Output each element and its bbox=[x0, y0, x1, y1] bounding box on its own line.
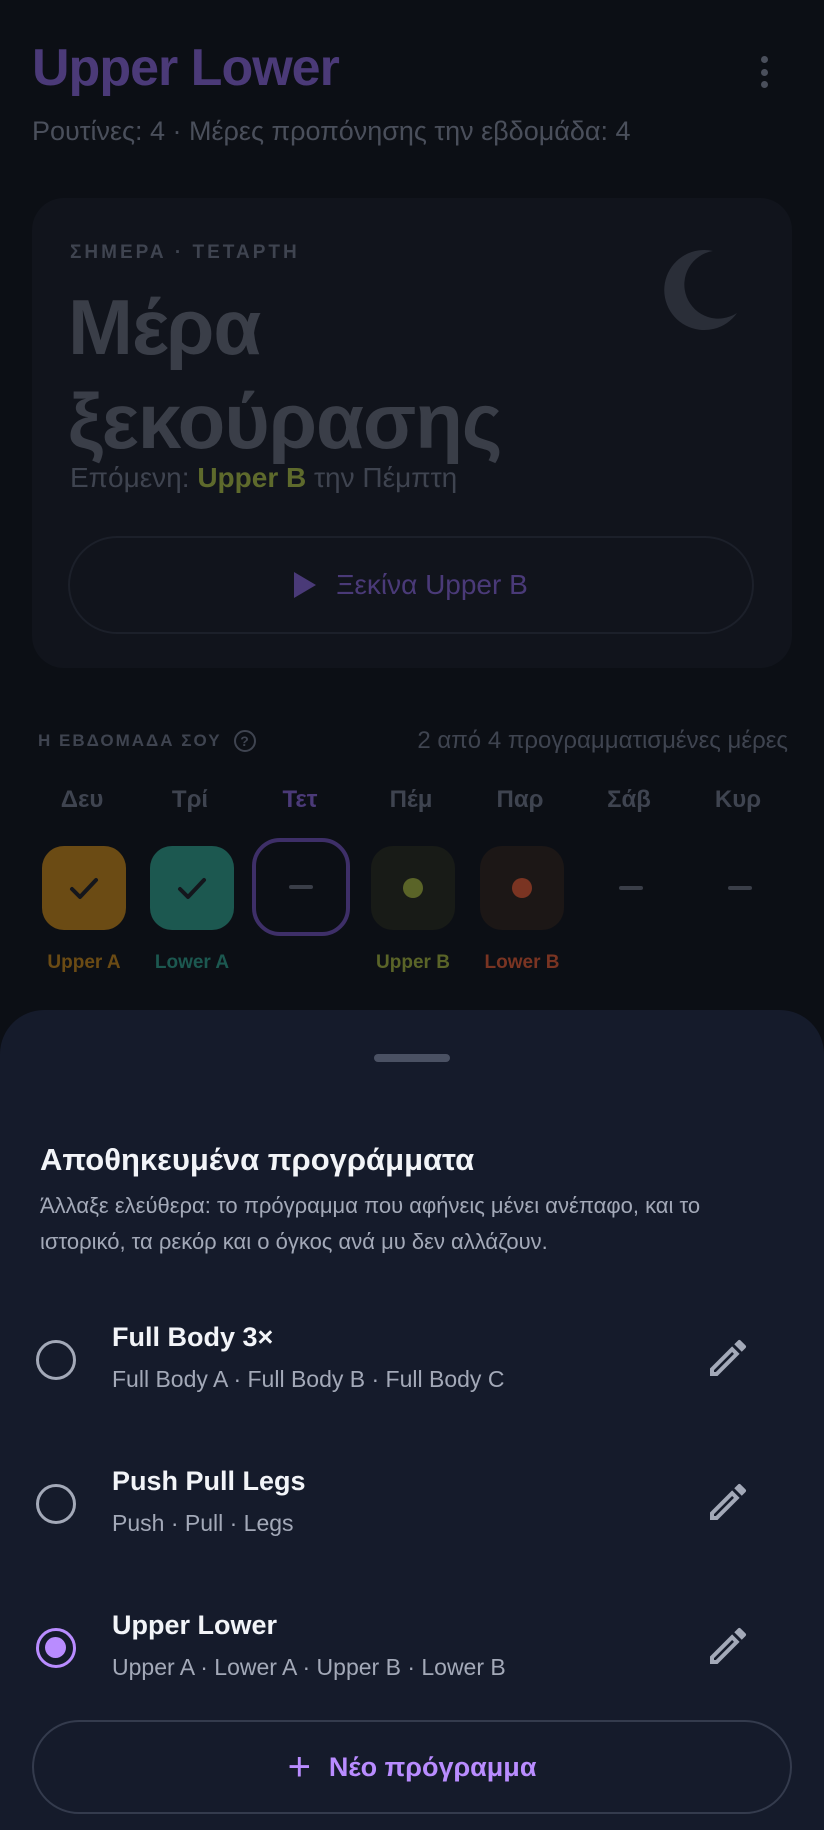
sheet-title: Αποθηκευμένα προγράμματα bbox=[40, 1142, 475, 1177]
program-summary: Ρουτίνες: 4 · Μέρες προπόνησης την εβδομ… bbox=[32, 116, 631, 146]
program-routines: Upper A · Lower A · Upper B · Lower B bbox=[112, 1654, 506, 1680]
program-radio[interactable] bbox=[36, 1340, 76, 1380]
moon-icon bbox=[664, 250, 737, 331]
day-sat[interactable]: Σάβ bbox=[579, 786, 679, 890]
rest-dash bbox=[728, 886, 752, 890]
rest-dash bbox=[619, 886, 643, 890]
program-radio[interactable] bbox=[36, 1484, 76, 1524]
program-item[interactable]: Push Pull Legs Push · Pull · Legs bbox=[0, 1460, 824, 1580]
play-icon bbox=[294, 572, 317, 598]
day-wed[interactable]: Τετ bbox=[250, 786, 350, 936]
day-mon[interactable]: Δευ Upper A bbox=[32, 786, 132, 973]
sheet-description: Άλλαξε ελεύθερα: το πρόγραμμα που αφήνει… bbox=[40, 1193, 701, 1254]
program-name: Full Body 3× bbox=[112, 1322, 274, 1352]
rest-day-title: Μέρα ξεκούρασης bbox=[68, 283, 502, 465]
edit-pencil-icon[interactable] bbox=[704, 1478, 752, 1526]
new-program-button[interactable]: + Νέο πρόγραμμα bbox=[32, 1720, 792, 1814]
planned-dot bbox=[403, 878, 423, 898]
today-date-label: ΣΗΜΕΡΑ · ΤΕΤΑΡΤΗ bbox=[70, 242, 300, 263]
program-radio-selected[interactable] bbox=[36, 1628, 76, 1668]
day-fri[interactable]: Παρ Lower B bbox=[470, 786, 570, 973]
day-thu[interactable]: Πέμ Upper B bbox=[361, 786, 461, 973]
day-status-planned bbox=[371, 846, 455, 930]
rest-dash bbox=[289, 885, 313, 889]
day-tue[interactable]: Τρί Lower A bbox=[140, 786, 240, 973]
edit-pencil-icon[interactable] bbox=[704, 1334, 752, 1382]
week-progress-count: 2 από 4 προγραμματισμένες μέρες bbox=[417, 727, 788, 754]
day-routine-label: Upper B bbox=[376, 952, 450, 973]
day-status-today bbox=[252, 838, 350, 936]
planned-dot bbox=[512, 878, 532, 898]
drag-handle[interactable] bbox=[374, 1054, 450, 1062]
start-workout-button[interactable]: Ξεκίνα Upper B bbox=[68, 536, 754, 634]
week-strip: Δευ Upper A Τρί Lower A Τετ Πέμ Upper B … bbox=[32, 786, 792, 986]
day-routine-label: Lower A bbox=[154, 952, 230, 973]
today-card: ΣΗΜΕΡΑ · ΤΕΤΑΡΤΗ Μέρα ξεκούρασης Επόμενη… bbox=[32, 198, 792, 668]
next-workout-text: Επόμενη: Upper B την Πέμπτη bbox=[70, 462, 458, 493]
program-name: Push Pull Legs bbox=[112, 1466, 306, 1496]
day-status-done bbox=[150, 846, 234, 930]
program-routines: Full Body A · Full Body B · Full Body C bbox=[112, 1366, 505, 1392]
more-options-icon[interactable] bbox=[752, 52, 776, 92]
day-status-done bbox=[42, 846, 126, 930]
program-routines: Push · Pull · Legs bbox=[112, 1510, 294, 1536]
program-item[interactable]: Full Body 3× Full Body A · Full Body B ·… bbox=[0, 1316, 824, 1436]
edit-pencil-icon[interactable] bbox=[704, 1622, 752, 1670]
day-routine-label: Lower B bbox=[484, 952, 560, 973]
next-routine-name: Upper B bbox=[197, 462, 307, 493]
page-title: Upper Lower bbox=[32, 39, 340, 97]
week-section-label: Η ΕΒΔΟΜΑΔΑ ΣΟΥ ? bbox=[38, 730, 256, 752]
day-status-rest bbox=[589, 846, 673, 930]
help-icon[interactable]: ? bbox=[233, 730, 256, 752]
plus-icon: + bbox=[287, 1745, 311, 1789]
program-name: Upper Lower bbox=[112, 1610, 278, 1640]
day-routine-label: Upper A bbox=[47, 952, 121, 973]
day-status-planned bbox=[480, 846, 564, 930]
program-item-selected[interactable]: Upper Lower Upper A · Lower A · Upper B … bbox=[0, 1604, 824, 1724]
check-icon bbox=[70, 878, 98, 899]
check-icon bbox=[178, 878, 206, 899]
day-status-rest bbox=[698, 846, 782, 930]
day-sun[interactable]: Κυρ bbox=[688, 786, 788, 890]
saved-programs-sheet: Αποθηκευμένα προγράμματα Άλλαξε ελεύθερα… bbox=[0, 1010, 824, 1830]
